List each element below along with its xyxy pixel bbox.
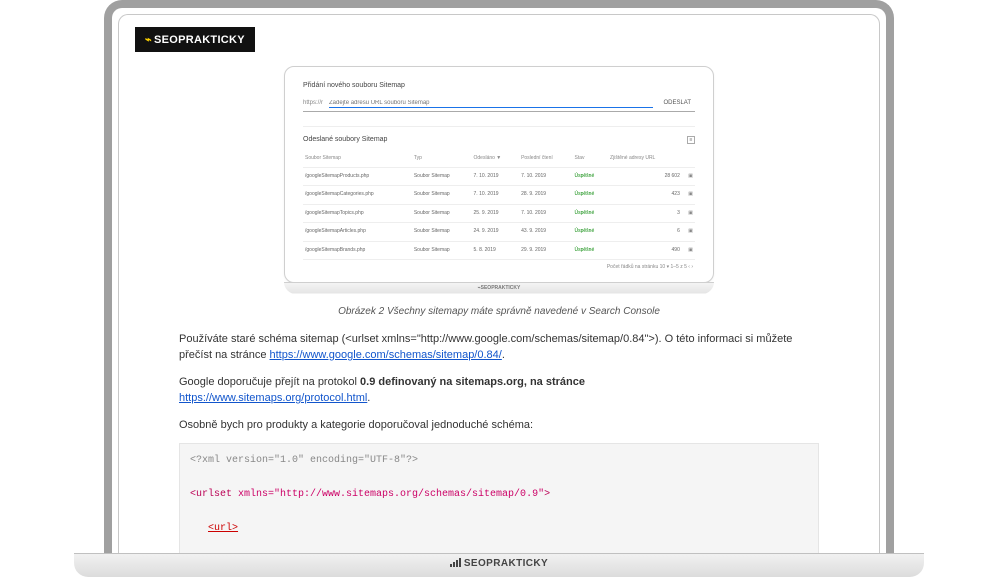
- gsc-panel: Přidání nového souboru Sitemap https://r…: [284, 66, 714, 283]
- gsc-inner-base: ⌁SEOPRAKTICKY: [284, 282, 714, 294]
- p2-text-a: Google doporučuje přejít na protokol: [179, 376, 360, 388]
- trash-icon[interactable]: ▣: [682, 223, 695, 242]
- table-row[interactable]: /googleSitemapBrands.phpSoubor Sitemap5.…: [303, 241, 695, 260]
- table-row[interactable]: /googleSitemapTopics.phpSoubor Sitemap25…: [303, 204, 695, 223]
- trash-icon[interactable]: ▣: [682, 167, 695, 186]
- gsc-url-prefix: https://r: [303, 99, 323, 108]
- seoprakticky-logo: ⌁SEOPRAKTICKY: [135, 27, 255, 52]
- gsc-add-title: Přidání nového souboru Sitemap: [303, 81, 695, 92]
- table-row[interactable]: /googleSitemapProducts.phpSoubor Sitemap…: [303, 167, 695, 186]
- table-row[interactable]: /googleSitemapArticles.phpSoubor Sitemap…: [303, 223, 695, 242]
- trash-icon[interactable]: ▣: [682, 186, 695, 205]
- paragraph-recommend: Google doporučuje přejít na protokol 0.9…: [179, 374, 819, 407]
- link-sitemaps-protocol[interactable]: https://www.sitemaps.org/protocol.html: [179, 392, 367, 404]
- logo-text: SEOPRAKTICKY: [154, 34, 245, 46]
- base-logo-icon: [450, 555, 461, 575]
- gsc-filter-icon[interactable]: ≡: [687, 136, 695, 144]
- figure-caption: Obrázek 2 Všechny sitemapy máte správně …: [179, 304, 819, 319]
- base-logo-text: SEOPRAKTICKY: [464, 558, 548, 569]
- code-block-sitemap: <?xml version="1.0" encoding="UTF-8"?> <…: [179, 443, 819, 554]
- paragraph-simple-schema: Osobně bych pro produkty a kategorie dop…: [179, 417, 819, 434]
- col-sitemap[interactable]: Soubor Sitemap: [303, 151, 412, 167]
- laptop-base: SEOPRAKTICKY: [74, 553, 924, 577]
- col-status[interactable]: Stav: [573, 151, 609, 167]
- gsc-sent-title: Odeslané soubory Sitemap: [303, 135, 387, 146]
- col-urls[interactable]: Zjištěné adresy URL: [608, 151, 682, 167]
- col-sent[interactable]: Odesláno ▼: [472, 151, 520, 167]
- gsc-pager[interactable]: Počet řádků na stránku 10 ▾ 1–5 z 5 ‹ ›: [303, 260, 695, 272]
- col-type[interactable]: Typ: [412, 151, 472, 167]
- logo-icon: ⌁: [145, 34, 152, 46]
- trash-icon[interactable]: ▣: [682, 204, 695, 223]
- table-row[interactable]: /googleSitemapCategories.phpSoubor Sitem…: [303, 186, 695, 205]
- gsc-send-button[interactable]: ODESLAT: [659, 98, 695, 109]
- laptop-frame: ⌁SEOPRAKTICKY Přidání nového souboru Sit…: [104, 0, 894, 560]
- document-view: ⌁SEOPRAKTICKY Přidání nového souboru Sit…: [118, 14, 880, 554]
- trash-icon[interactable]: ▣: [682, 241, 695, 260]
- col-read[interactable]: Poslední čtení: [519, 151, 572, 167]
- gsc-sitemap-input[interactable]: [329, 99, 653, 108]
- gsc-table: Soubor Sitemap Typ Odesláno ▼ Poslední č…: [303, 151, 695, 260]
- paragraph-old-schema: Používáte staré schéma sitemap (<urlset …: [179, 331, 819, 364]
- link-google-schema[interactable]: https://www.google.com/schemas/sitemap/0…: [270, 349, 502, 361]
- p2-bold: 0.9 definovaný na sitemaps.org, na strán…: [360, 376, 585, 388]
